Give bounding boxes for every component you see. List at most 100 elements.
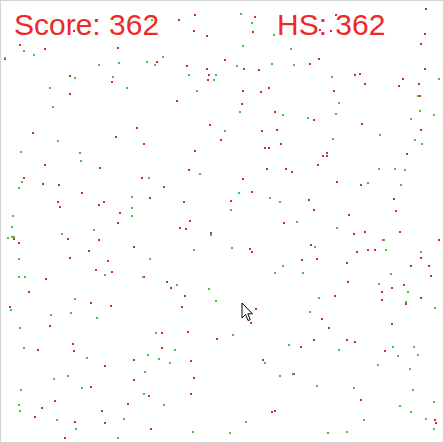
particle — [240, 13, 242, 15]
particle — [241, 103, 243, 105]
particle — [110, 305, 112, 307]
particle — [98, 204, 100, 206]
particle — [188, 169, 190, 171]
particle — [399, 405, 401, 407]
particle — [280, 143, 282, 145]
particle — [360, 184, 362, 186]
particle — [13, 236, 15, 238]
particle — [338, 102, 340, 104]
particle — [331, 76, 333, 78]
particle — [421, 143, 423, 145]
particle — [318, 58, 320, 60]
particle — [169, 362, 171, 364]
particle — [288, 344, 290, 346]
particle — [13, 238, 15, 240]
particle — [410, 118, 412, 120]
game-canvas[interactable]: Score: 362 HS: 362 — [0, 0, 444, 443]
particle — [131, 207, 133, 209]
particle — [332, 138, 334, 140]
particle — [414, 139, 416, 141]
particle — [338, 349, 340, 351]
particle — [190, 393, 192, 395]
particle — [409, 368, 411, 370]
particle — [322, 155, 324, 157]
particle — [53, 378, 55, 380]
particle — [438, 78, 440, 80]
particle — [367, 182, 369, 184]
particle — [236, 65, 238, 67]
particle — [354, 341, 356, 343]
particle — [44, 164, 46, 166]
particle — [438, 239, 440, 241]
particle — [316, 385, 318, 387]
particle — [52, 106, 54, 108]
particle — [67, 375, 69, 377]
particle — [363, 419, 365, 421]
particle — [276, 129, 278, 131]
particle — [73, 350, 75, 352]
particle — [239, 111, 241, 113]
particle — [104, 422, 106, 424]
particle — [192, 431, 194, 433]
particle — [232, 334, 234, 336]
particle — [377, 364, 379, 366]
particle — [279, 375, 281, 377]
particle — [149, 197, 151, 199]
particle — [435, 422, 437, 424]
particle — [424, 68, 426, 70]
particle — [420, 43, 422, 45]
particle — [420, 257, 422, 259]
score-text: Score: 362 — [14, 8, 277, 41]
particle — [353, 387, 355, 389]
particle — [309, 63, 311, 65]
particle — [251, 251, 253, 253]
particle — [271, 411, 273, 413]
particle — [264, 147, 266, 149]
particle — [410, 265, 412, 267]
particle — [143, 393, 145, 395]
particle — [193, 249, 195, 251]
particle — [381, 299, 383, 301]
particle — [158, 358, 160, 360]
particle — [224, 59, 226, 61]
particle — [69, 75, 71, 77]
particle — [117, 222, 119, 224]
particle — [161, 347, 163, 349]
particle — [174, 349, 176, 351]
particle — [49, 87, 51, 89]
particle — [74, 298, 76, 300]
particle — [61, 233, 63, 235]
particle — [313, 209, 315, 211]
particle — [23, 177, 25, 179]
particle — [266, 168, 268, 170]
particle — [86, 357, 88, 359]
particle — [391, 323, 393, 325]
particle — [346, 339, 348, 341]
particle — [96, 317, 98, 319]
particle — [394, 168, 396, 170]
particle — [208, 288, 210, 290]
particle — [308, 199, 310, 201]
particle — [57, 201, 59, 203]
particle — [405, 303, 407, 305]
particle — [98, 239, 100, 241]
particle — [184, 295, 186, 297]
particle — [283, 222, 285, 224]
particle — [216, 338, 218, 340]
particle — [419, 110, 421, 112]
particle — [383, 239, 385, 241]
particle — [336, 227, 338, 229]
particle — [9, 306, 11, 308]
particle — [433, 401, 435, 403]
particle — [268, 147, 270, 149]
particle — [208, 74, 210, 76]
particle — [117, 47, 119, 49]
particle — [185, 228, 187, 230]
particle — [356, 251, 358, 253]
particle — [354, 74, 356, 76]
particle — [154, 64, 156, 66]
particle — [434, 419, 436, 421]
particle — [420, 129, 422, 131]
particle — [70, 312, 72, 314]
particle — [67, 238, 69, 240]
